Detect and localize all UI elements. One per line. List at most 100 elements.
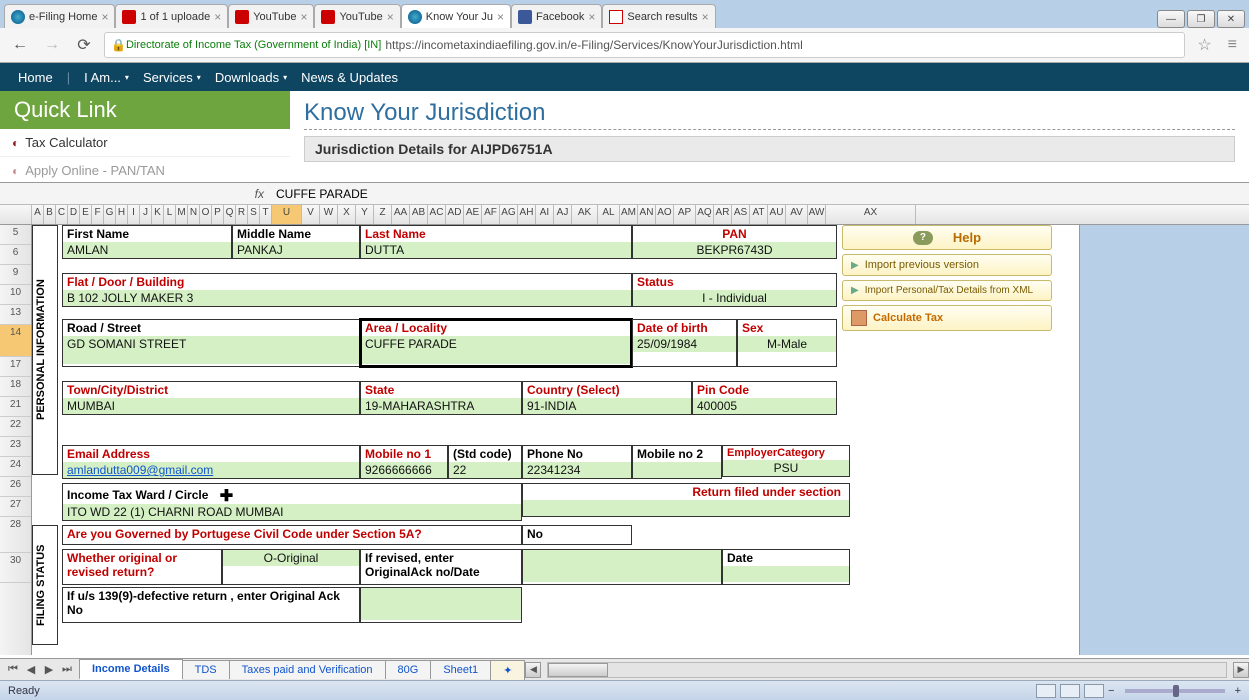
page-break-button[interactable]: [1084, 684, 1104, 698]
column-header[interactable]: P: [212, 205, 224, 224]
column-header[interactable]: A: [32, 205, 44, 224]
hscroll-left-button[interactable]: ◀: [525, 662, 541, 678]
column-header[interactable]: D: [68, 205, 80, 224]
row-header[interactable]: 18: [0, 377, 31, 397]
calculate-tax-button[interactable]: Calculate Tax: [842, 305, 1052, 331]
column-header[interactable]: AN: [638, 205, 656, 224]
zoom-thumb[interactable]: [1173, 685, 1179, 697]
import-previous-button[interactable]: ▶Import previous version: [842, 254, 1052, 276]
spreadsheet-surface[interactable]: PERSONAL INFORMATION FILING STATUS First…: [32, 225, 1249, 655]
column-header[interactable]: B: [44, 205, 56, 224]
import-xml-button[interactable]: ▶Import Personal/Tax Details from XML: [842, 280, 1052, 301]
sheet-tab-sheet1[interactable]: Sheet1: [430, 660, 491, 679]
column-header[interactable]: AG: [500, 205, 518, 224]
new-sheet-button[interactable]: ✦: [490, 660, 525, 680]
area-field[interactable]: Area / LocalityCUFFE PARADE: [360, 319, 632, 367]
close-icon[interactable]: ×: [387, 10, 394, 24]
column-header[interactable]: AX: [826, 205, 916, 224]
bookmark-icon[interactable]: ☆: [1193, 35, 1215, 55]
column-header[interactable]: AA: [392, 205, 410, 224]
column-header[interactable]: AE: [464, 205, 482, 224]
column-header[interactable]: I: [128, 205, 140, 224]
column-header[interactable]: AI: [536, 205, 554, 224]
help-button[interactable]: ?Help: [842, 225, 1052, 250]
row-header[interactable]: 24: [0, 457, 31, 477]
column-header[interactable]: V: [302, 205, 320, 224]
close-icon[interactable]: ×: [101, 10, 108, 24]
column-header[interactable]: X: [338, 205, 356, 224]
browser-tab[interactable]: YouTube×: [314, 4, 400, 28]
sheet-next-button[interactable]: ▶: [40, 663, 58, 676]
sheet-first-button[interactable]: ⏮: [4, 663, 22, 676]
browser-tab[interactable]: e-Filing Home×: [4, 4, 115, 28]
sheet-tab-taxes[interactable]: Taxes paid and Verification: [229, 660, 386, 679]
row-header[interactable]: 28: [0, 517, 31, 553]
close-icon[interactable]: ×: [702, 10, 709, 24]
column-header[interactable]: AK: [572, 205, 598, 224]
column-header[interactable]: R: [236, 205, 248, 224]
nav-news[interactable]: News & Updates: [301, 70, 398, 85]
reload-button[interactable]: ⟳: [72, 33, 96, 57]
url-input[interactable]: 🔒 Directorate of Income Tax (Government …: [104, 32, 1185, 58]
quicklink-item[interactable]: ◐Tax Calculator: [0, 129, 290, 157]
close-icon[interactable]: ×: [588, 10, 595, 24]
nav-downloads[interactable]: Downloads▾: [215, 70, 287, 85]
row-header[interactable]: 23: [0, 437, 31, 457]
column-header[interactable]: AW: [808, 205, 826, 224]
quicklink-item[interactable]: ◐Apply Online - PAN/TAN: [0, 157, 290, 185]
column-header[interactable]: AD: [446, 205, 464, 224]
row-header[interactable]: 30: [0, 553, 31, 583]
browser-tab[interactable]: Know Your Ju×: [401, 4, 511, 28]
close-icon[interactable]: ×: [214, 10, 221, 24]
row-header[interactable]: 14: [0, 325, 31, 357]
column-header[interactable]: AQ: [696, 205, 714, 224]
column-header[interactable]: AS: [732, 205, 750, 224]
column-header[interactable]: G: [104, 205, 116, 224]
column-header[interactable]: AL: [598, 205, 620, 224]
nav-home[interactable]: Home: [18, 70, 53, 85]
column-header[interactable]: S: [248, 205, 260, 224]
column-header[interactable]: AC: [428, 205, 446, 224]
row-header[interactable]: 27: [0, 497, 31, 517]
row-header[interactable]: 22: [0, 417, 31, 437]
column-header[interactable]: K: [152, 205, 164, 224]
sheet-last-button[interactable]: ⏭: [58, 663, 76, 676]
zoom-slider[interactable]: [1125, 689, 1225, 693]
column-header[interactable]: L: [164, 205, 176, 224]
horizontal-scrollbar[interactable]: [547, 662, 1227, 678]
column-header[interactable]: AV: [786, 205, 808, 224]
forward-button[interactable]: →: [40, 33, 64, 57]
column-header[interactable]: C: [56, 205, 68, 224]
column-header[interactable]: H: [116, 205, 128, 224]
column-header[interactable]: J: [140, 205, 152, 224]
column-header[interactable]: F: [92, 205, 104, 224]
column-header[interactable]: AO: [656, 205, 674, 224]
row-header[interactable]: 26: [0, 477, 31, 497]
row-header[interactable]: 9: [0, 265, 31, 285]
maximize-button[interactable]: ❐: [1187, 10, 1215, 28]
column-header[interactable]: AH: [518, 205, 536, 224]
row-header[interactable]: 21: [0, 397, 31, 417]
column-header[interactable]: Y: [356, 205, 374, 224]
close-icon[interactable]: ×: [300, 10, 307, 24]
scrollbar-thumb[interactable]: [548, 663, 608, 677]
row-header[interactable]: 10: [0, 285, 31, 305]
nav-iam[interactable]: I Am...▾: [84, 70, 129, 85]
column-header[interactable]: M: [176, 205, 188, 224]
column-header[interactable]: Z: [374, 205, 392, 224]
menu-icon[interactable]: ≡: [1224, 36, 1241, 54]
row-header[interactable]: 5: [0, 225, 31, 245]
sheet-tab-income[interactable]: Income Details: [79, 659, 183, 680]
browser-tab[interactable]: Search results×: [602, 4, 715, 28]
column-header[interactable]: AB: [410, 205, 428, 224]
column-header[interactable]: AF: [482, 205, 500, 224]
browser-tab[interactable]: YouTube×: [228, 4, 314, 28]
row-header[interactable]: 13: [0, 305, 31, 325]
column-header[interactable]: T: [260, 205, 272, 224]
column-header[interactable]: U: [272, 205, 302, 224]
hscroll-right-button[interactable]: ▶: [1233, 662, 1249, 678]
browser-tab[interactable]: Facebook×: [511, 4, 602, 28]
zoom-in-button[interactable]: +: [1235, 685, 1241, 697]
sheet-tab-80g[interactable]: 80G: [385, 660, 432, 679]
sheet-tab-tds[interactable]: TDS: [182, 660, 230, 679]
